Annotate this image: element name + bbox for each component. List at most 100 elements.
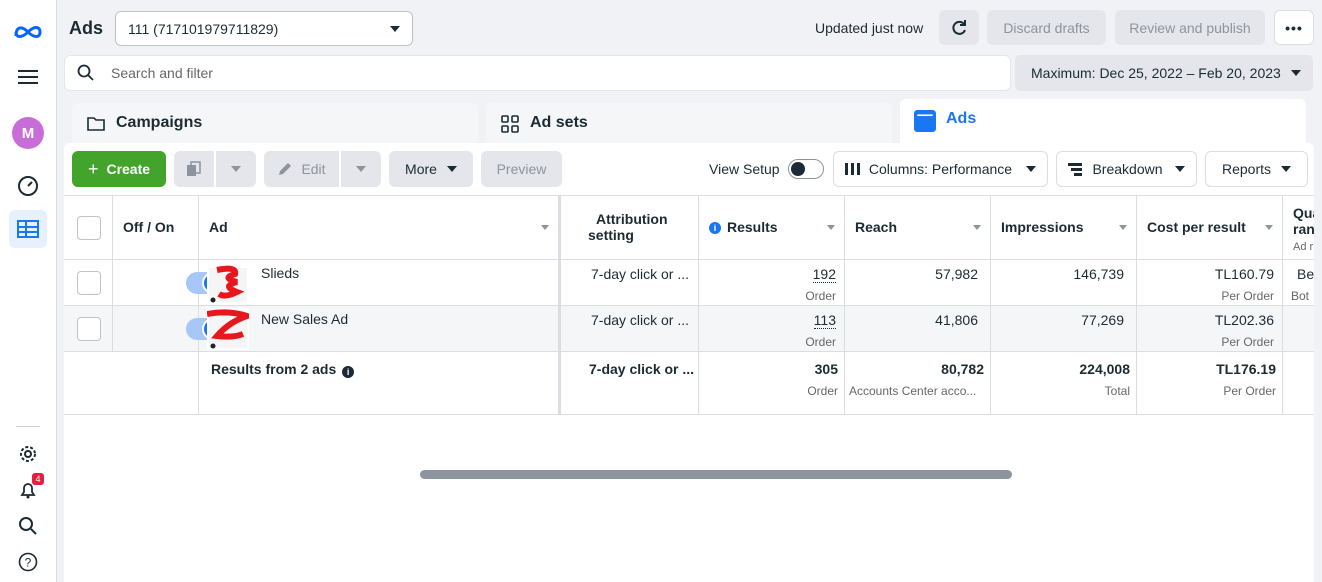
grid-icon (501, 115, 519, 133)
more-options-button[interactable]: ••• (1274, 10, 1314, 45)
table-row[interactable]: Slieds 7-day click or ... 192 Order 57,98… (64, 260, 1314, 306)
sort-chevron-icon (827, 225, 835, 230)
header-label: Cost per result (1147, 219, 1246, 235)
impressions-value: 77,269 (1081, 312, 1124, 328)
horizontal-scrollbar[interactable] (420, 470, 1012, 479)
ad-name-link[interactable]: New Sales Ad (261, 311, 348, 327)
search-icon[interactable] (9, 507, 47, 545)
chevron-down-icon (1174, 166, 1185, 172)
header-label: Off / On (123, 219, 175, 235)
cost-per-result-cell: TL202.36 Per Order (1137, 306, 1283, 351)
results-value[interactable]: 113 (813, 312, 836, 329)
avatar[interactable]: M (12, 117, 44, 149)
ellipsis-icon: ••• (1285, 19, 1303, 36)
account-selector[interactable]: 111 (717101979711829) (115, 11, 413, 46)
quality-sub: Bot (1291, 289, 1310, 303)
left-rail: M 4 ? (0, 0, 57, 582)
create-button[interactable]: + Create (72, 151, 166, 187)
chevron-down-icon (1281, 166, 1292, 172)
chevron-down-icon (1291, 70, 1301, 76)
settings-gear-icon[interactable] (9, 435, 47, 473)
duplicate-button[interactable] (174, 151, 214, 187)
menu-icon[interactable] (9, 58, 47, 96)
columns-button[interactable]: Columns: Performance (833, 151, 1048, 187)
breakdown-button[interactable]: Breakdown (1056, 151, 1197, 187)
select-all-checkbox[interactable] (77, 216, 101, 240)
ads-table-panel: + Create Edit More Preview View Setup Co… (64, 143, 1314, 582)
tab-ads[interactable]: Ads (900, 99, 1306, 149)
summary-impressions-cell: 224,008 Total (991, 352, 1137, 414)
notifications-bell-icon[interactable]: 4 (9, 471, 47, 509)
header-label: Qua (1293, 205, 1314, 221)
preview-button[interactable]: Preview (481, 151, 562, 187)
summary-impressions-unit: Total (1104, 384, 1130, 398)
folder-icon (87, 117, 105, 131)
date-range-picker[interactable]: Maximum: Dec 25, 2022 – Feb 20, 2023 (1015, 55, 1313, 91)
results-value[interactable]: 192 (812, 266, 836, 283)
attribution-cell: 7-day click or ... (578, 306, 699, 351)
info-icon[interactable]: i (342, 366, 355, 378)
column-header-quality-ranking[interactable]: Quaran Ad r (1283, 196, 1314, 259)
summary-blank-cell (113, 352, 199, 414)
summary-results-unit: Order (807, 384, 838, 398)
page-title: Ads (69, 18, 104, 38)
columns-icon (844, 163, 860, 175)
row-checkbox[interactable] (77, 271, 101, 295)
header-label: Results (727, 219, 778, 235)
quality-value: Be (1297, 266, 1314, 282)
refresh-button[interactable] (939, 10, 979, 45)
column-header-off-on[interactable]: Off / On (113, 196, 199, 259)
attribution-value: 7-day click or ... (591, 312, 690, 328)
summary-blank-cell (64, 352, 113, 414)
view-setup-switch[interactable] (788, 159, 824, 179)
refresh-icon (952, 19, 966, 35)
ad-name-cell: New Sales Ad (199, 306, 559, 351)
quality-ranking-cell: Be Bot (1283, 260, 1314, 305)
edit-dropdown[interactable] (341, 151, 381, 187)
avatar-letter: M (21, 124, 35, 142)
info-icon[interactable]: i (709, 222, 721, 234)
create-label: Create (106, 161, 151, 177)
duplicate-dropdown[interactable] (216, 151, 256, 187)
review-publish-button[interactable]: Review and publish (1115, 10, 1265, 45)
row-checkbox[interactable] (77, 317, 101, 341)
view-setup-toggle[interactable]: View Setup (709, 151, 824, 187)
edit-button[interactable]: Edit (264, 151, 339, 187)
column-header-reach[interactable]: Reach (845, 196, 991, 259)
header-label: Reach (855, 219, 898, 235)
column-header-attribution[interactable]: Attribution setting (578, 196, 699, 259)
table-row[interactable]: New Sales Ad 7-day click or ... 113 Order… (64, 306, 1314, 352)
summary-reach-unit: Accounts Center acco... (849, 384, 977, 398)
reports-button[interactable]: Reports (1205, 151, 1308, 187)
row-select-cell (64, 306, 113, 351)
column-header-cost-per-result[interactable]: Cost per result (1137, 196, 1283, 259)
chevron-down-icon (390, 25, 400, 32)
meta-logo-icon[interactable] (9, 13, 47, 51)
columns-label: Columns: Performance (868, 161, 1013, 177)
search-input[interactable]: Search and filter (64, 55, 1011, 91)
column-header-results[interactable]: i Results (699, 196, 845, 259)
reach-value: 57,982 (935, 266, 978, 282)
summary-row: Results from 2 ads i 7-day click or ... … (64, 352, 1314, 415)
column-header-impressions[interactable]: Impressions (991, 196, 1137, 259)
quality-ranking-cell (1283, 306, 1314, 351)
more-button[interactable]: More (389, 151, 473, 187)
ads-manager-table-icon[interactable] (9, 210, 47, 248)
column-header-ad[interactable]: Ad (199, 196, 559, 259)
account-label: 111 (717101979711829) (128, 20, 279, 37)
sort-chevron-icon (973, 225, 981, 230)
more-label: More (405, 161, 437, 177)
dashboard-icon[interactable] (9, 167, 47, 205)
ad-name-link[interactable]: Slieds (261, 265, 299, 281)
header-label: setting (588, 227, 634, 243)
summary-blank-cell (1283, 352, 1314, 414)
sort-chevron-icon (1119, 225, 1127, 230)
help-icon[interactable]: ? (9, 543, 47, 581)
discard-drafts-button[interactable]: Discard drafts (987, 10, 1106, 45)
breakdown-label: Breakdown (1092, 161, 1163, 177)
summary-label-cell: Results from 2 ads i (199, 352, 559, 414)
summary-cost: TL176.19 (1216, 361, 1276, 377)
plus-icon: + (87, 158, 99, 179)
summary-reach: 80,782 (941, 361, 984, 377)
rail-divider (16, 426, 40, 427)
